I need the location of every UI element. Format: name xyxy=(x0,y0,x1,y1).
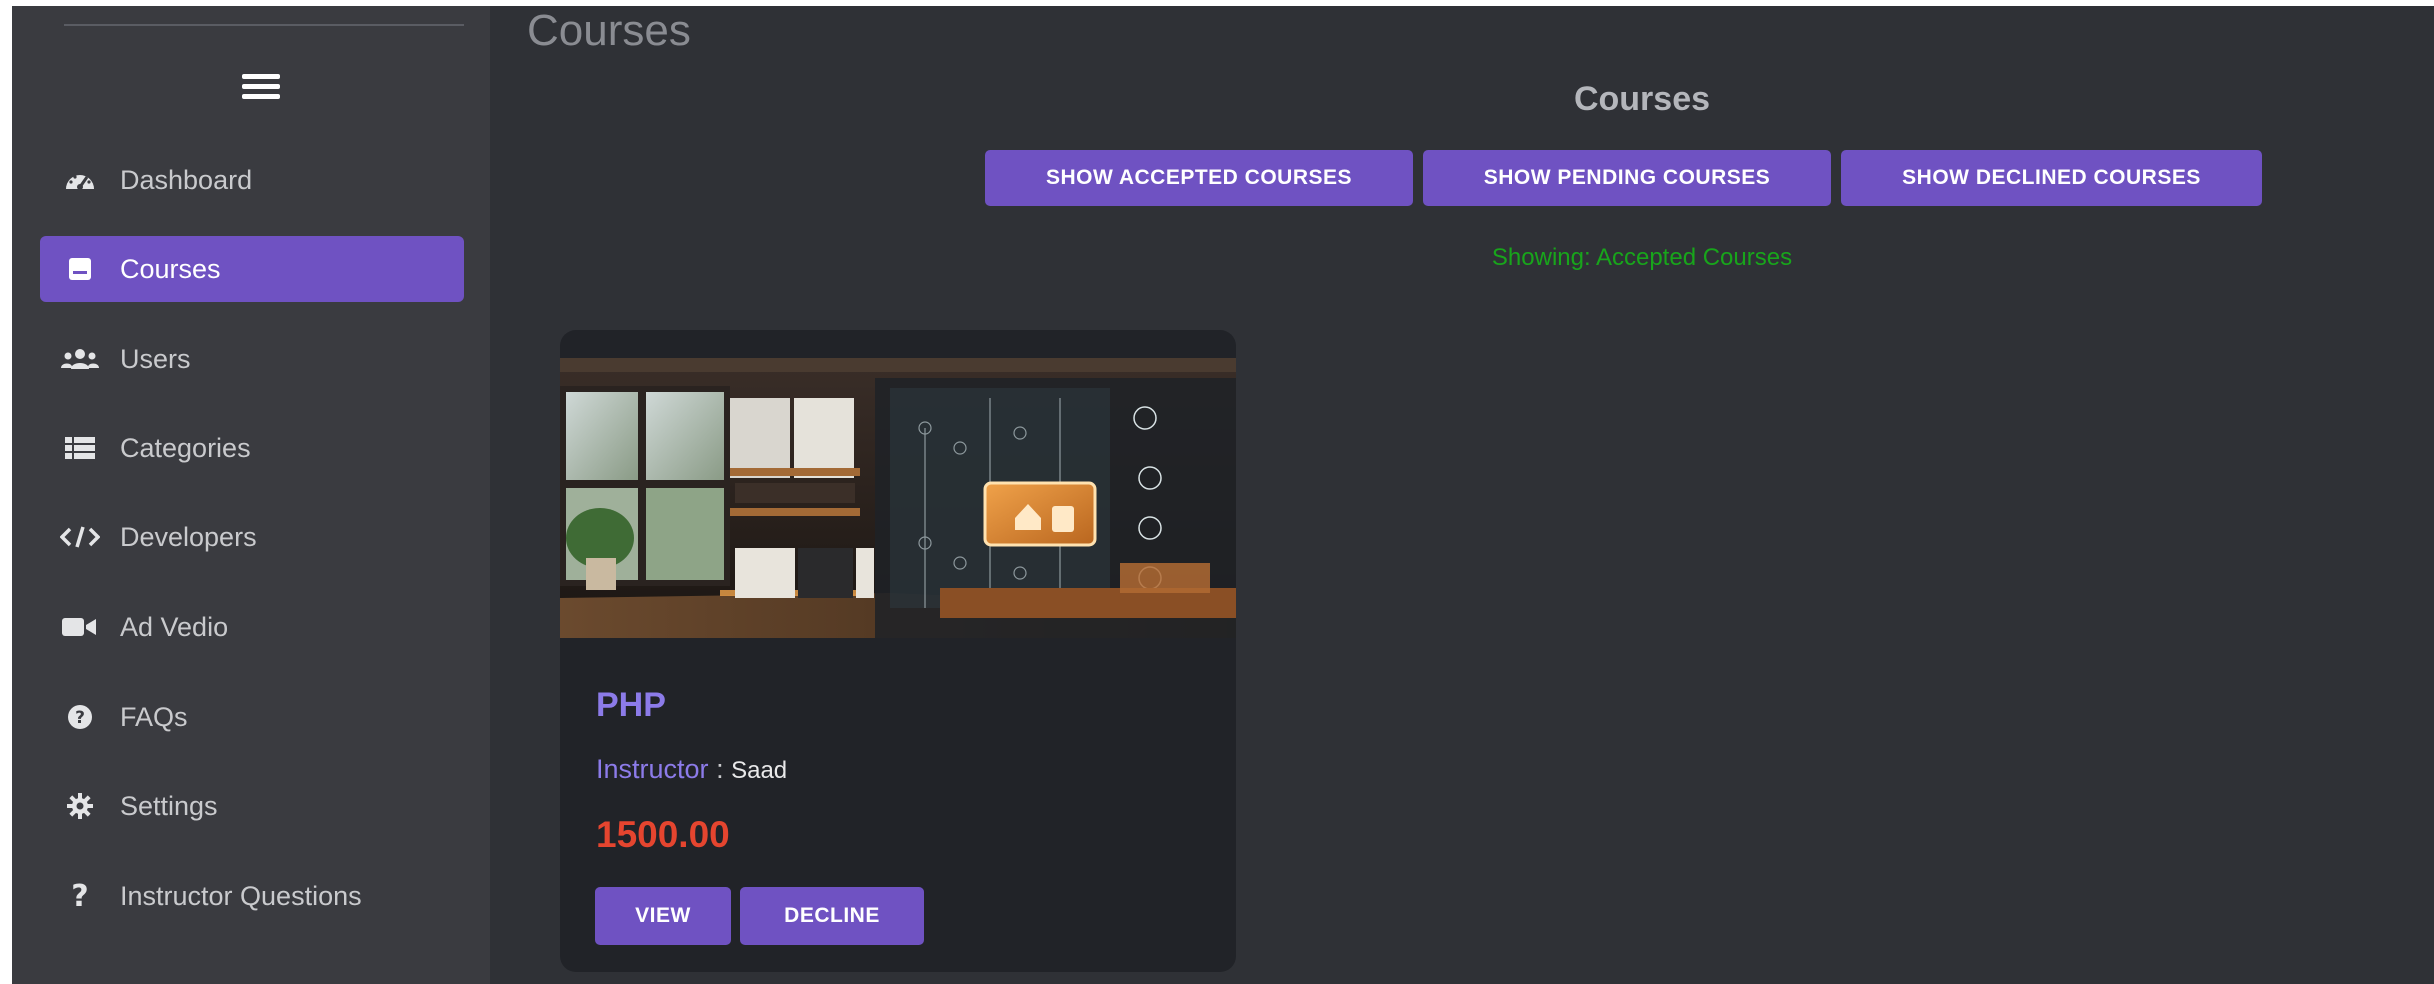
gear-icon xyxy=(60,793,100,819)
video-camera-icon xyxy=(60,616,100,638)
sidebar-item-faqs[interactable]: ? FAQs xyxy=(40,684,464,750)
sidebar-item-label: Ad Vedio xyxy=(120,611,229,642)
show-declined-courses-button[interactable]: SHOW DECLINED COURSES xyxy=(1841,150,2262,206)
smart-home-kitchen-image xyxy=(560,358,1236,638)
instructor-name: Saad xyxy=(731,757,788,784)
sidebar-item-label: Developers xyxy=(120,521,257,552)
sidebar-item-categories[interactable]: Categories xyxy=(40,415,464,481)
course-card: PHP Instructor : Saad 1500.00 VIEW DECLI… xyxy=(560,330,1236,972)
question-mark-icon: ? xyxy=(71,878,89,914)
page-title: Courses xyxy=(527,6,691,55)
sidebar-item-label: Users xyxy=(120,343,191,374)
svg-text:?: ? xyxy=(75,708,85,728)
sidebar-item-courses[interactable]: Courses xyxy=(40,236,464,302)
sidebar-divider xyxy=(64,24,464,26)
users-icon xyxy=(60,347,100,371)
hamburger-icon[interactable] xyxy=(242,74,280,100)
instructor-label: Instructor xyxy=(596,754,709,784)
show-pending-courses-button[interactable]: SHOW PENDING COURSES xyxy=(1423,150,1831,206)
sidebar-item-label: Settings xyxy=(120,790,218,821)
question-circle-icon: ? xyxy=(60,704,100,730)
sidebar-item-settings[interactable]: Settings xyxy=(40,773,464,839)
app-frame: Dashboard Courses Users Categories Devel xyxy=(12,6,2434,984)
course-title: PHP xyxy=(596,686,666,724)
show-accepted-courses-button[interactable]: SHOW ACCEPTED COURSES xyxy=(985,150,1413,206)
sidebar-item-label: Courses xyxy=(120,253,221,284)
sidebar-item-label: Instructor Questions xyxy=(120,880,362,911)
sidebar-item-instructor-questions[interactable]: ? Instructor Questions xyxy=(40,863,464,929)
section-title: Courses xyxy=(1573,80,1711,118)
decline-course-button[interactable]: DECLINE xyxy=(740,887,924,945)
sidebar-item-label: Categories xyxy=(120,432,251,463)
view-course-button[interactable]: VIEW xyxy=(595,887,731,945)
list-icon xyxy=(60,436,100,460)
sidebar-item-label: Dashboard xyxy=(120,164,253,195)
book-icon xyxy=(60,256,100,282)
status-text: Showing: Accepted Courses xyxy=(1491,244,1793,271)
code-icon xyxy=(60,525,100,549)
sidebar-item-label: FAQs xyxy=(120,701,188,732)
instructor-separator: : xyxy=(716,754,724,784)
dashboard-gauge-icon xyxy=(60,167,100,193)
sidebar-item-developers[interactable]: Developers xyxy=(40,504,464,570)
course-instructor: Instructor : Saad xyxy=(596,754,787,785)
sidebar-item-dashboard[interactable]: Dashboard xyxy=(40,147,464,213)
sidebar: Dashboard Courses Users Categories Devel xyxy=(12,6,490,984)
sidebar-item-ad-vedio[interactable]: Ad Vedio xyxy=(40,594,464,660)
course-price: 1500.00 xyxy=(596,814,730,855)
sidebar-item-users[interactable]: Users xyxy=(40,326,464,392)
